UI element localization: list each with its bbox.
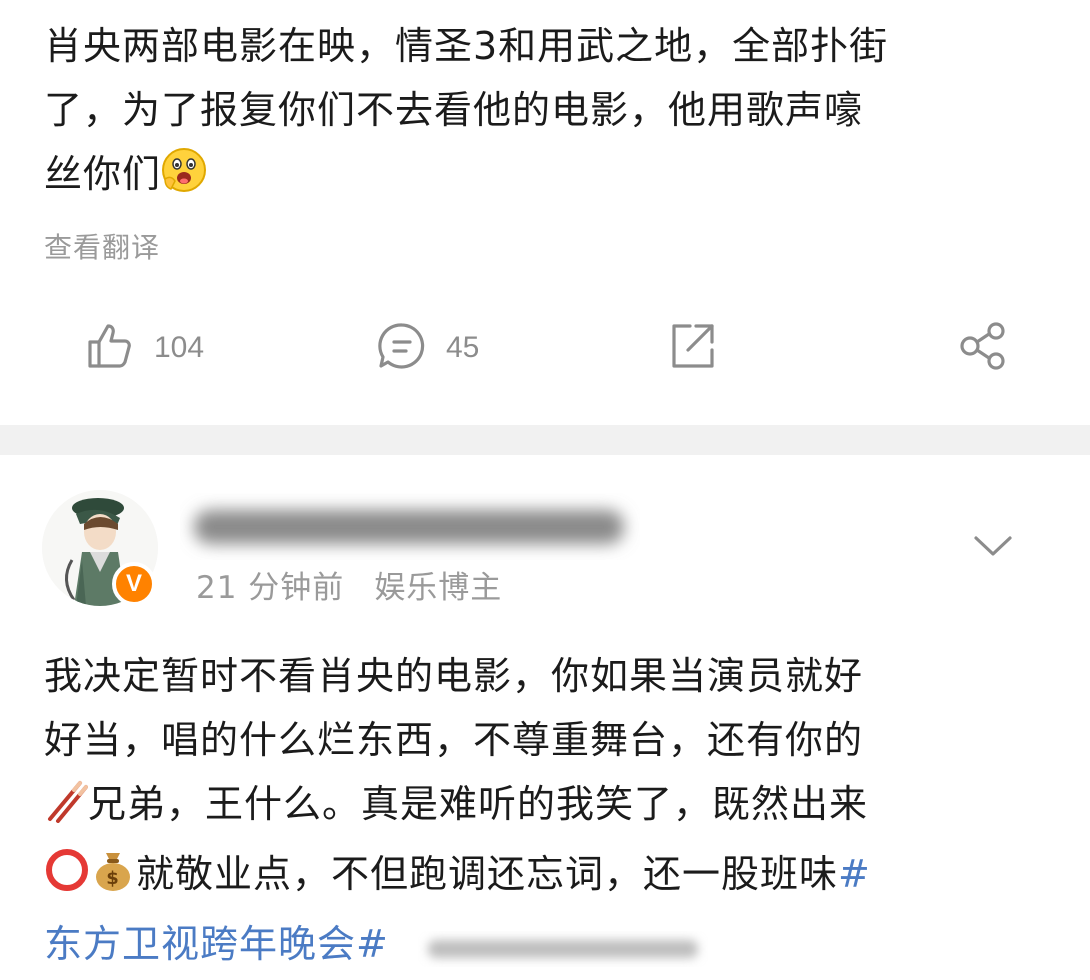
- verified-badge: V: [112, 562, 156, 606]
- comment-bubble-icon: [376, 320, 428, 376]
- like-count: 104: [154, 331, 205, 364]
- post-line-text: 兄弟，王什么。真是难听的我笑了，既然出来: [88, 782, 869, 826]
- svg-text:$: $: [106, 868, 120, 889]
- watermark-blurred: [418, 928, 708, 968]
- post-line: 好当，唱的什么烂东西，不尊重舞台，还有你的: [44, 718, 864, 762]
- money-bag-icon: $: [90, 847, 136, 912]
- chopsticks-icon: [44, 778, 88, 842]
- post-time: 21 分钟前: [196, 570, 345, 606]
- post-text: 我决定暂时不看肖央的电影，你如果当演员就好 好当，唱的什么烂东西，不尊重舞台，还…: [44, 644, 1054, 976]
- grinning-face-icon: [161, 147, 207, 212]
- red-circle-icon: [44, 847, 90, 912]
- comment-count: 45: [446, 331, 480, 364]
- post-line: 我决定暂时不看肖央的电影，你如果当演员就好: [44, 654, 864, 698]
- post-line: 肖央两部电影在映，情圣3和用武之地，全部扑街: [44, 24, 889, 68]
- repost-button[interactable]: [666, 300, 718, 396]
- author-badge-label: 娱乐博主: [374, 570, 503, 606]
- post-meta: 21 分钟前 娱乐博主: [196, 562, 502, 607]
- hashtag-link[interactable]: 东方卫视跨年晚会#: [44, 922, 389, 966]
- like-button[interactable]: 104: [84, 300, 204, 396]
- thumbs-up-icon: [84, 320, 136, 376]
- post-line: $ 就敬业点，不但跑调还忘词，还一股班味#: [44, 842, 1054, 912]
- username-blurred[interactable]: [180, 490, 640, 560]
- chevron-down-icon[interactable]: [970, 532, 1016, 566]
- share-button[interactable]: [956, 300, 1010, 396]
- post-line: 丝你们: [44, 142, 1054, 212]
- translate-link[interactable]: 查看翻译: [44, 226, 160, 266]
- post-line-text: 丝你们: [44, 152, 162, 196]
- repost-icon: [666, 320, 718, 376]
- post-line: 兄弟，王什么。真是难听的我笑了，既然出来: [44, 772, 1054, 842]
- share-icon: [956, 319, 1010, 377]
- post-line-text: 就敬业点，不但跑调还忘词，还一股班味: [136, 852, 839, 896]
- post-text: 肖央两部电影在映，情圣3和用武之地，全部扑街 了，为了报复你们不去看他的电影，他…: [44, 14, 1054, 212]
- hashtag-link[interactable]: #: [838, 852, 871, 896]
- post-line: 了，为了报复你们不去看他的电影，他用歌声嚎: [44, 88, 864, 132]
- section-divider: [0, 425, 1090, 455]
- post-action-bar: 104 45: [0, 300, 1090, 396]
- comment-button[interactable]: 45: [376, 300, 479, 396]
